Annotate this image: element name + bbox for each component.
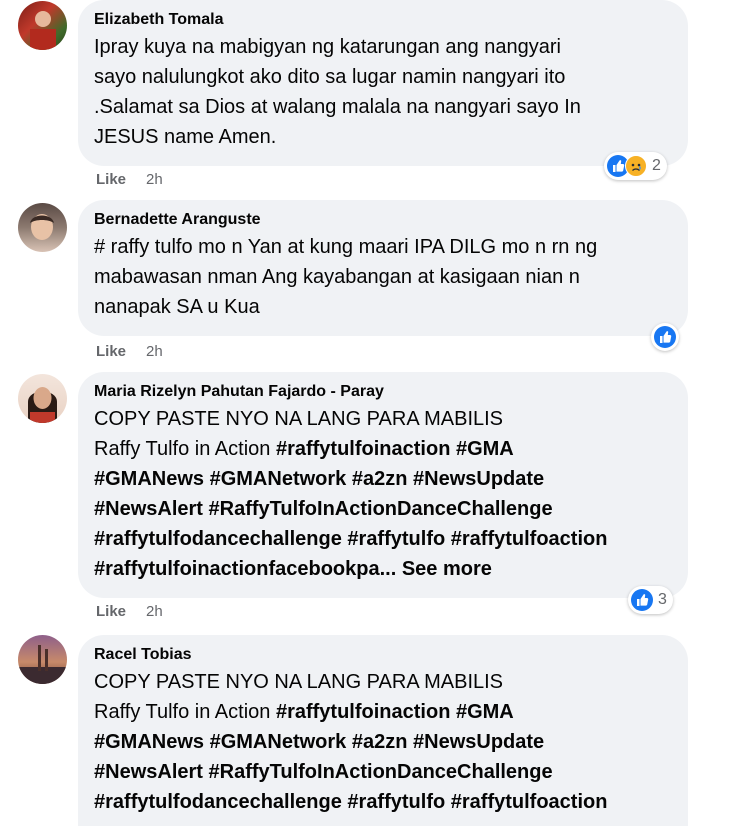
comment-text-line: nanapak SA u Kua	[94, 292, 672, 322]
hashtag-link[interactable]: #NewsUpdate	[413, 731, 544, 753]
comment-timestamp[interactable]: 2h	[146, 343, 163, 360]
comment-actions: Like 2h	[96, 603, 163, 620]
hashtag-link[interactable]: #GMANetwork	[210, 468, 347, 490]
comment-text: COPY PASTE NYO NA LANG PARA MABILIS Raffy…	[94, 667, 672, 817]
comment-text-line: #raffytulfoinactionfacebookpa... See mor…	[94, 554, 672, 584]
avatar-photo	[18, 645, 67, 684]
comment-text-line: mabawasan nman Ang kayabangan at kasigaa…	[94, 262, 672, 292]
avatar[interactable]	[18, 374, 67, 423]
hashtag-link[interactable]: #RaffyTulfoInActionDanceChallenge	[209, 498, 553, 520]
hashtag-link[interactable]: #raffytulfoinaction	[276, 438, 450, 460]
comment-text-segment: mabawasan nman Ang kayabangan at kasigaa…	[94, 266, 580, 288]
hashtag-link[interactable]: #NewsUpdate	[413, 468, 544, 490]
hashtag-link[interactable]: #raffytulfodancechallenge	[94, 528, 342, 550]
hashtag-link[interactable]: #a2zn	[352, 468, 408, 490]
comment-text-line: JESUS name Amen.	[94, 122, 672, 152]
see-more-link[interactable]: See more	[402, 558, 492, 580]
hashtag-link[interactable]: #raffytulfodancechallenge	[94, 791, 342, 813]
comment-actions: Like 2h	[96, 343, 163, 360]
hashtag-link[interactable]: #GMA	[456, 438, 514, 460]
hashtag-link[interactable]: #GMANews	[94, 468, 204, 490]
comment-bubble: Maria Rizelyn Pahutan Fajardo - Paray CO…	[78, 372, 688, 598]
avatar-photo	[28, 387, 57, 423]
comment-author[interactable]: Elizabeth Tomala	[94, 10, 672, 32]
comment-actions: Like 2h	[96, 171, 163, 188]
comment-timestamp[interactable]: 2h	[146, 171, 163, 188]
reactions-summary[interactable]: 2	[604, 152, 667, 180]
hashtag-link[interactable]: #NewsAlert	[94, 761, 203, 783]
like-icon	[631, 589, 653, 611]
comment-text-segment: # raffy tulfo mo n Yan at kung maari IPA…	[94, 236, 598, 258]
hashtag-link[interactable]: #raffytulfo	[347, 528, 445, 550]
comment-text-line: #raffytulfodancechallenge #raffytulfo #r…	[94, 787, 672, 817]
comment-text-line: Ipray kuya na mabigyan ng katarungan ang…	[94, 32, 672, 62]
hashtag-link[interactable]: #raffytulfo	[347, 791, 445, 813]
reaction-count: 2	[652, 157, 661, 174]
comment-text-line: COPY PASTE NYO NA LANG PARA MABILIS	[94, 667, 672, 697]
comment-text-segment: nanapak SA u Kua	[94, 296, 260, 318]
hashtag-link[interactable]: #GMA	[456, 701, 514, 723]
comment-bubble: Elizabeth Tomala Ipray kuya na mabigyan …	[78, 0, 688, 166]
comment-text-segment: Raffy Tulfo in Action	[94, 701, 276, 723]
comment-text-line: #GMANews #GMANetwork #a2zn #NewsUpdate	[94, 464, 672, 494]
comment-text-segment: COPY PASTE NYO NA LANG PARA MABILIS	[94, 408, 504, 430]
avatar[interactable]	[18, 635, 67, 684]
like-button[interactable]: Like	[96, 603, 126, 620]
comment-text-segment: JESUS name Amen.	[94, 126, 277, 148]
hashtag-link[interactable]: #raffytulfoaction	[451, 791, 608, 813]
like-button[interactable]: Like	[96, 171, 126, 188]
like-icon	[654, 326, 676, 348]
comment-text-line: #NewsAlert #RaffyTulfoInActionDanceChall…	[94, 494, 672, 524]
comment-text-line: #NewsAlert #RaffyTulfoInActionDanceChall…	[94, 757, 672, 787]
reaction-count: 3	[658, 591, 667, 608]
avatar[interactable]	[18, 203, 67, 252]
like-button[interactable]: Like	[96, 343, 126, 360]
avatar-photo	[30, 214, 54, 240]
comment-text-line: #GMANews #GMANetwork #a2zn #NewsUpdate	[94, 727, 672, 757]
hashtag-link[interactable]: #NewsAlert	[94, 498, 203, 520]
avatar-photo	[30, 11, 56, 50]
comment-text-line: sayo nalulungkot ako dito sa lugar namin…	[94, 62, 672, 92]
sad-icon	[625, 155, 647, 177]
comment-text-line: Raffy Tulfo in Action #raffytulfoinactio…	[94, 697, 672, 727]
comment-author[interactable]: Racel Tobias	[94, 645, 672, 667]
comment-text-line: #raffytulfodancechallenge #raffytulfo #r…	[94, 524, 672, 554]
comment-text-segment: Ipray kuya na mabigyan ng katarungan ang…	[94, 36, 561, 58]
comment-text-line: .Salamat sa Dios at walang malala na nan…	[94, 92, 672, 122]
comment-text-line: # raffy tulfo mo n Yan at kung maari IPA…	[94, 232, 672, 262]
hashtag-link[interactable]: #raffytulfoinactionfacebookpa...	[94, 558, 396, 580]
hashtag-link[interactable]: #GMANews	[94, 731, 204, 753]
avatar[interactable]	[18, 1, 67, 50]
comment-text: # raffy tulfo mo n Yan at kung maari IPA…	[94, 232, 672, 322]
reactions-summary[interactable]: 3	[628, 586, 673, 614]
hashtag-link[interactable]: #a2zn	[352, 731, 408, 753]
comment-text: COPY PASTE NYO NA LANG PARA MABILIS Raffy…	[94, 404, 672, 584]
comment-text-segment: .Salamat sa Dios at walang malala na nan…	[94, 96, 581, 118]
comment-text-line: Raffy Tulfo in Action #raffytulfoinactio…	[94, 434, 672, 464]
comment-text-segment: Raffy Tulfo in Action	[94, 438, 276, 460]
reactions-summary[interactable]	[651, 323, 679, 351]
hashtag-link[interactable]: #GMANetwork	[210, 731, 347, 753]
hashtag-link[interactable]: #RaffyTulfoInActionDanceChallenge	[209, 761, 553, 783]
comment-text-line: COPY PASTE NYO NA LANG PARA MABILIS	[94, 404, 672, 434]
hashtag-link[interactable]: #raffytulfoinaction	[276, 701, 450, 723]
comment-author[interactable]: Maria Rizelyn Pahutan Fajardo - Paray	[94, 382, 672, 404]
hashtag-link[interactable]: #raffytulfoaction	[451, 528, 608, 550]
comment-bubble: Racel Tobias COPY PASTE NYO NA LANG PARA…	[78, 635, 688, 826]
comment-text-segment: sayo nalulungkot ako dito sa lugar namin…	[94, 66, 566, 88]
comment-timestamp[interactable]: 2h	[146, 603, 163, 620]
comment-bubble: Bernadette Aranguste # raffy tulfo mo n …	[78, 200, 688, 336]
comment-author[interactable]: Bernadette Aranguste	[94, 210, 672, 232]
comment-text: Ipray kuya na mabigyan ng katarungan ang…	[94, 32, 672, 152]
comment-text-segment: COPY PASTE NYO NA LANG PARA MABILIS	[94, 671, 504, 693]
